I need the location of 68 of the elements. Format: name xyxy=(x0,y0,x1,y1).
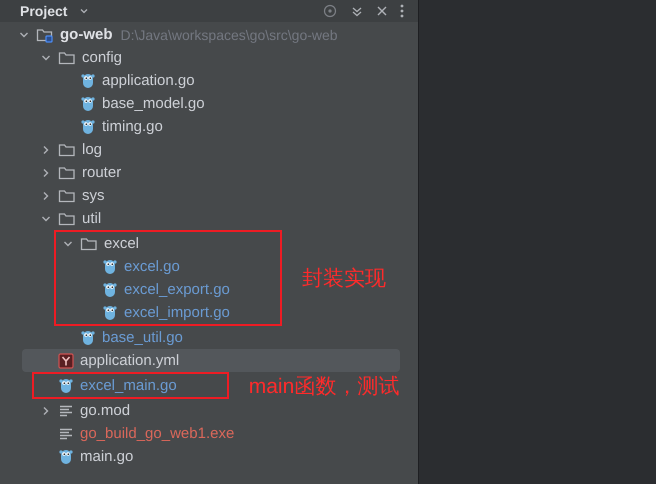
target-icon[interactable] xyxy=(322,3,338,19)
file-name: application.go xyxy=(102,72,195,89)
file-name: sys xyxy=(82,187,104,204)
folder-icon xyxy=(58,50,76,66)
tree-item[interactable]: go.mod xyxy=(0,399,418,422)
file-name: excel_export.go xyxy=(124,281,230,298)
gopher-icon xyxy=(80,329,96,346)
tree-item[interactable]: config xyxy=(0,46,418,69)
tree-item[interactable]: base_model.go xyxy=(0,92,418,115)
gopher-icon xyxy=(102,281,118,298)
chevron-down-icon[interactable] xyxy=(41,52,51,62)
chevron-down-icon[interactable] xyxy=(63,238,73,248)
file-name: timing.go xyxy=(102,118,163,135)
file-name: router xyxy=(82,164,122,181)
tree-item[interactable]: util xyxy=(0,207,418,230)
tree-item[interactable]: timing.go xyxy=(0,115,418,138)
file-name: main.go xyxy=(80,448,134,465)
folder-icon xyxy=(58,188,76,204)
file-name: util xyxy=(82,210,102,227)
folder-icon xyxy=(80,236,98,252)
chevron-right-icon[interactable] xyxy=(41,190,51,200)
tree-item[interactable]: sys xyxy=(0,184,418,207)
gopher-icon xyxy=(58,377,74,394)
folder-icon xyxy=(58,164,76,180)
gopher-icon xyxy=(80,72,96,89)
gopher-icon xyxy=(80,95,96,112)
chevron-right-icon[interactable] xyxy=(41,168,51,178)
file-name: config xyxy=(82,49,122,66)
folder-icon xyxy=(58,142,76,158)
caret-icon[interactable] xyxy=(79,6,90,16)
tree-item[interactable]: excel xyxy=(56,232,230,255)
chevron-down-icon[interactable] xyxy=(41,214,51,224)
chevron-right-icon[interactable] xyxy=(41,144,51,154)
file-name: base_util.go xyxy=(102,329,183,346)
tree-item[interactable]: excel_export.go xyxy=(56,278,230,301)
gopher-icon xyxy=(102,304,118,321)
chevron-right-icon[interactable] xyxy=(41,406,51,416)
gopher-icon xyxy=(102,258,118,275)
file-name: log xyxy=(82,141,102,158)
gopher-icon xyxy=(80,118,96,135)
tree-item[interactable]: application.yml xyxy=(22,349,400,372)
file-name: go_build_go_web1.exe xyxy=(80,425,234,442)
file-name: excel xyxy=(104,235,140,252)
file-name: go-web xyxy=(60,26,112,43)
gopher-icon xyxy=(58,448,74,465)
tree-item[interactable]: log xyxy=(0,138,418,161)
tree-item[interactable]: router xyxy=(0,161,418,184)
annotation-label: main函数，测试 xyxy=(248,374,400,400)
tree-item[interactable]: excel_main.go xyxy=(34,374,177,397)
close-icon[interactable] xyxy=(376,5,388,17)
more-icon[interactable] xyxy=(400,4,404,18)
tree-item[interactable]: excel.go xyxy=(56,255,230,278)
tree-item[interactable]: excel_import.go xyxy=(56,301,230,324)
tree-item[interactable]: application.go xyxy=(0,69,418,92)
chevron-down-icon[interactable] xyxy=(19,30,29,40)
file-name: excel.go xyxy=(124,258,180,275)
annotation-label: 封装实现 xyxy=(302,266,386,292)
folder-icon xyxy=(36,26,54,42)
file-name: excel_main.go xyxy=(80,377,177,394)
file-name: application.yml xyxy=(80,352,180,369)
file-name: base_model.go xyxy=(102,95,205,112)
file-name: excel_import.go xyxy=(124,304,230,321)
panel-title: Project xyxy=(20,3,68,19)
file-name: go.mod xyxy=(80,402,130,419)
yaml-file-icon xyxy=(58,352,74,368)
folder-icon xyxy=(58,210,76,226)
tree-item[interactable]: main.go xyxy=(0,445,418,468)
tree-item[interactable]: base_util.go xyxy=(0,326,418,349)
